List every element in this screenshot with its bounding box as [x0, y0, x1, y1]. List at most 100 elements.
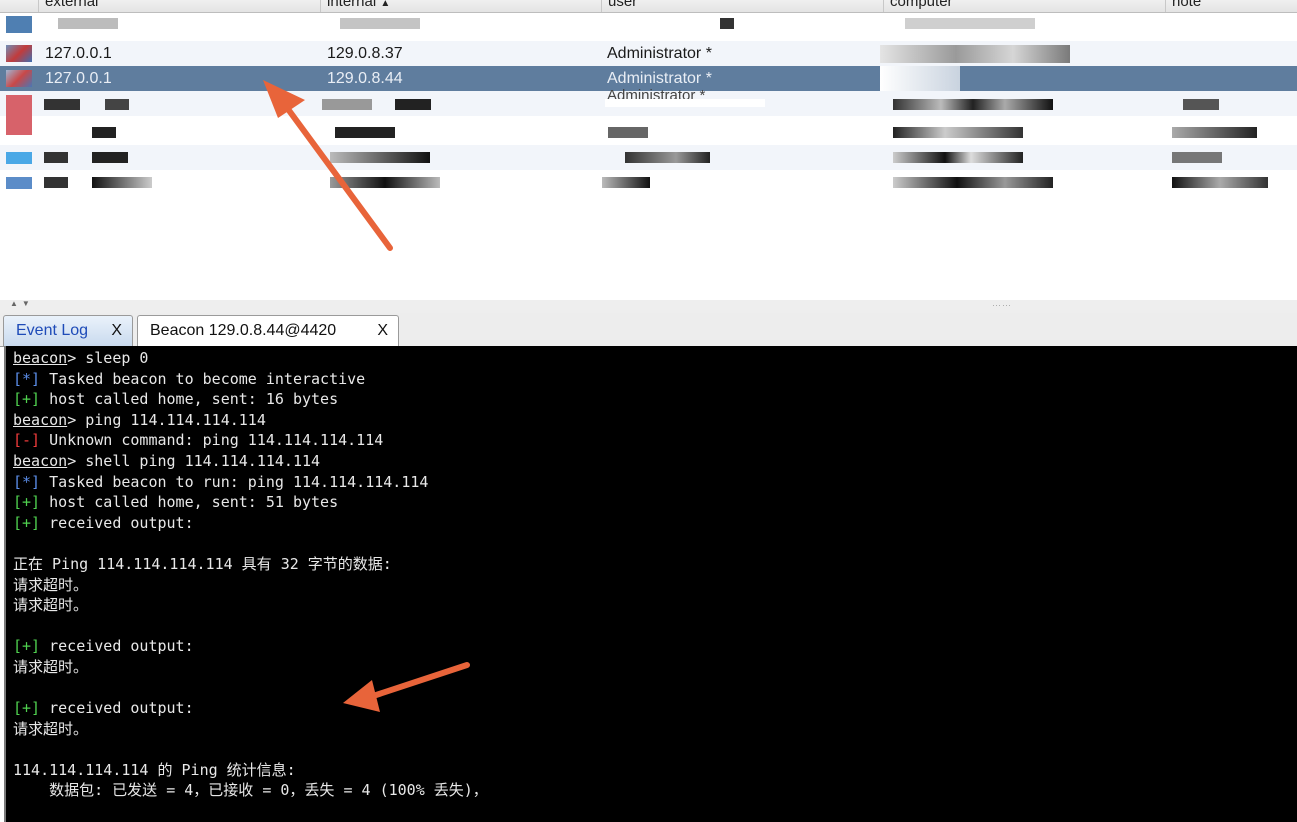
console-line: [+] host called home, sent: 16 bytes	[13, 389, 1297, 410]
redacted-block	[330, 152, 430, 163]
console-line: [+] received output:	[13, 636, 1297, 657]
redacted-block	[330, 177, 440, 188]
cell-external: 127.0.0.1	[45, 70, 112, 87]
redacted-block	[322, 99, 372, 110]
redacted-block	[893, 127, 1023, 138]
redacted-block	[720, 18, 734, 29]
redacted-block	[92, 152, 128, 163]
cell-internal: 129.0.8.37	[327, 45, 403, 62]
redacted-block	[905, 18, 1035, 29]
cell-external: 127.0.0.1	[45, 45, 112, 62]
splitter-grip-icon[interactable]: ⋯⋯	[992, 300, 1012, 311]
console-prompt: beacon	[13, 410, 68, 429]
console-text: 请求超时。	[13, 575, 89, 594]
redacted-block	[893, 177, 1053, 188]
console-line: 正在 Ping 114.114.114.114 具有 32 字节的数据:	[13, 554, 1297, 575]
column-header-note[interactable]: note	[1165, 0, 1297, 12]
redacted-block	[1172, 177, 1268, 188]
console-line: [+] host called home, sent: 51 bytes	[13, 492, 1297, 513]
redacted-block	[608, 127, 648, 138]
console-text: received output:	[40, 513, 194, 532]
console-text: 114.114.114.114 的 Ping 统计信息:	[13, 760, 296, 779]
column-header-internal[interactable]: internal ▲	[320, 0, 601, 12]
redacted-block	[893, 99, 1053, 110]
redacted-block	[1172, 127, 1257, 138]
console-line: 请求超时。	[13, 595, 1297, 616]
console-line: [-] Unknown command: ping 114.114.114.11…	[13, 430, 1297, 451]
console-line: 数据包: 已发送 = 4，已接收 = 0，丢失 = 4 (100% 丢失)，	[13, 780, 1297, 801]
console-text: > ping 114.114.114.114	[67, 410, 266, 429]
console-status-tag: [*]	[13, 472, 41, 491]
console-text: host called home, sent: 51 bytes	[40, 493, 339, 512]
windows-host-icon	[6, 152, 32, 164]
console-line: beacon> sleep 0	[13, 348, 1297, 369]
redacted-block	[44, 177, 68, 188]
table-row[interactable]: 127.0.0.1 129.0.8.37 Administrator *	[0, 41, 1297, 66]
console-prompt: beacon	[13, 349, 68, 367]
console-line: [+] received output:	[13, 698, 1297, 719]
redacted-block	[92, 177, 152, 188]
tab-event-log[interactable]: Event Log X	[3, 315, 133, 346]
redacted-block	[335, 127, 395, 138]
table-row[interactable]	[0, 145, 1297, 170]
console-status-tag: [-]	[13, 431, 41, 450]
redacted-block	[880, 66, 960, 91]
console-text: 请求超时。	[13, 596, 89, 615]
table-row[interactable]: Administrator *	[0, 87, 1297, 135]
console-text: > sleep 0	[67, 349, 149, 367]
close-icon[interactable]: X	[377, 316, 388, 345]
console-line: 请求超时。	[13, 719, 1297, 740]
redacted-block	[602, 177, 650, 188]
console-text: > shell ping 114.114.114.114	[67, 451, 321, 470]
console-text: Tasked beacon to become interactive	[40, 369, 366, 388]
console-status-tag: [+]	[13, 390, 41, 409]
session-table[interactable]: external internal ▲ user computer note 1…	[0, 0, 1297, 301]
console-text: 数据包: 已发送 = 4，已接收 = 0，丢失 = 4 (100% 丢失)，	[13, 781, 488, 800]
redacted-block	[1172, 152, 1222, 163]
console-text: received output:	[40, 637, 194, 656]
console-line: [*] Tasked beacon to run: ping 114.114.1…	[13, 472, 1297, 493]
windows-host-icon	[6, 177, 32, 189]
table-row[interactable]	[0, 13, 1297, 40]
column-header-external[interactable]: external	[38, 0, 320, 12]
console-line: [*] Tasked beacon to become interactive	[13, 369, 1297, 390]
redacted-block	[880, 45, 1070, 63]
tab-beacon[interactable]: Beacon 129.0.8.44@4420 X	[137, 315, 399, 347]
table-row[interactable]	[0, 120, 1297, 145]
redacted-block	[105, 99, 129, 110]
redacted-block	[1183, 99, 1219, 110]
console-line: 114.114.114.114 的 Ping 统计信息:	[13, 760, 1297, 781]
console-line: beacon> shell ping 114.114.114.114	[13, 451, 1297, 472]
column-header-user[interactable]: user	[601, 0, 883, 12]
windows-host-icon	[6, 45, 32, 62]
console-status-tag: [+]	[13, 699, 41, 718]
console-status-tag: [+]	[13, 637, 41, 656]
console-line: beacon> ping 114.114.114.114	[13, 410, 1297, 431]
redacted-block	[44, 152, 68, 163]
console-status-tag: [+]	[13, 493, 41, 512]
cell-internal: 129.0.8.44	[327, 70, 403, 87]
windows-host-icon	[6, 70, 32, 87]
redacted-block	[58, 18, 118, 29]
table-row[interactable]	[0, 170, 1297, 195]
collapse-arrows-icon[interactable]: ▲▼	[10, 299, 34, 308]
console-text: received output:	[40, 699, 194, 718]
console-status-tag: [*]	[13, 369, 41, 388]
close-icon[interactable]: X	[111, 316, 122, 345]
column-header-computer[interactable]: computer	[883, 0, 1165, 12]
pane-splitter[interactable]: ▲▼ ⋯⋯	[0, 299, 1297, 313]
redacted-block	[92, 127, 116, 138]
redacted-block	[893, 152, 1023, 163]
cell-user: Administrator *	[607, 45, 712, 62]
console-text: host called home, sent: 16 bytes	[40, 390, 339, 409]
redacted-block	[625, 152, 710, 163]
console-text: 正在 Ping 114.114.114.114 具有 32 字节的数据:	[13, 554, 392, 573]
console-line: 请求超时。	[13, 657, 1297, 678]
beacon-console[interactable]: beacon> sleep 0 [*] Tasked beacon to beco…	[4, 346, 1297, 822]
tab-bar: Event Log X Beacon 129.0.8.44@4420 X	[0, 313, 1297, 347]
sort-ascending-icon: ▲	[380, 0, 391, 9]
